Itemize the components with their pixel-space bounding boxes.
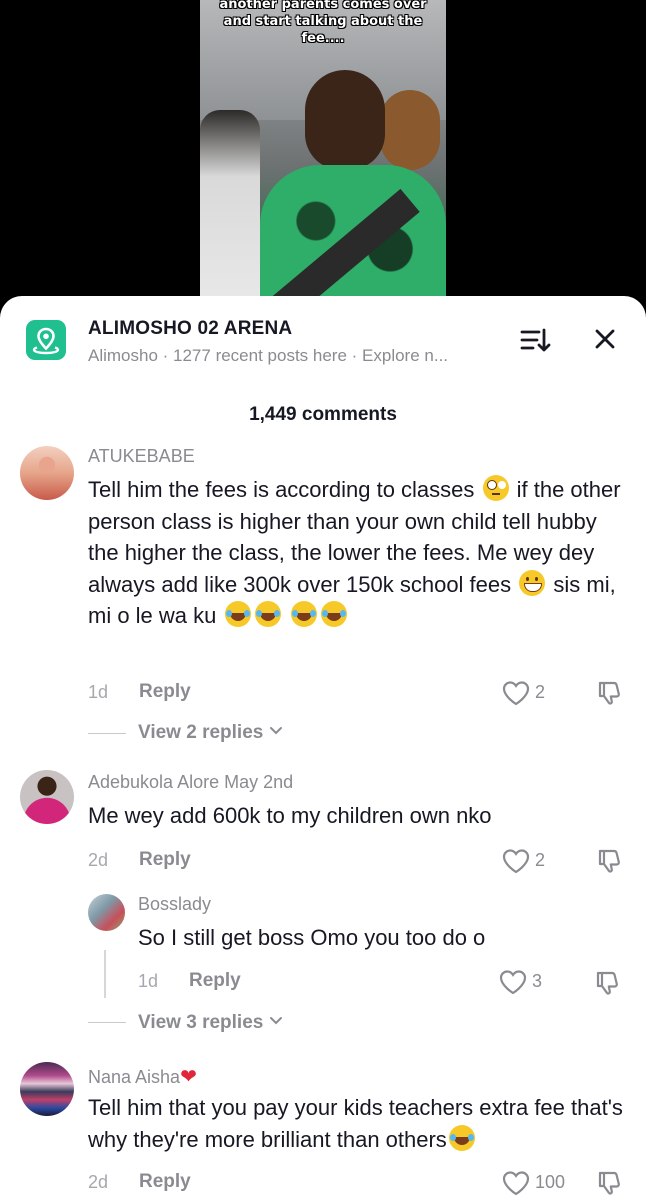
heart-icon[interactable] bbox=[501, 1170, 531, 1196]
red-heart-emoji-icon: ❤ bbox=[180, 1066, 197, 1088]
avatar[interactable] bbox=[20, 1062, 74, 1116]
comments-count: 1,449 comments bbox=[249, 404, 397, 425]
reply-button[interactable]: Reply bbox=[139, 1171, 191, 1193]
heart-icon[interactable] bbox=[501, 680, 531, 706]
comment-item: ATUKEBABE Tell him the fees is according… bbox=[0, 444, 646, 754]
laughing-emoji-icon bbox=[320, 601, 347, 627]
comment-time: 2d bbox=[88, 1172, 109, 1192]
chevron-down-icon bbox=[269, 1010, 283, 1032]
like-count: 3 bbox=[532, 971, 543, 991]
comment-username[interactable]: Adebukola Alore May 2nd bbox=[88, 772, 293, 793]
comment-text-part: Tell him that you pay your kids teachers… bbox=[88, 1095, 623, 1152]
comment-time: 1d bbox=[88, 682, 109, 702]
laughing-emoji-icon bbox=[224, 601, 251, 627]
video-frame: another parents comes over and start tal… bbox=[200, 0, 446, 300]
location-subtitle[interactable]: Alimosho · 1277 recent posts here · Expl… bbox=[88, 346, 448, 366]
laughing-emoji-icon bbox=[290, 601, 317, 627]
heart-icon[interactable] bbox=[501, 848, 531, 874]
caption-line: fee.... bbox=[301, 31, 345, 46]
avatar[interactable] bbox=[88, 894, 125, 931]
sort-icon[interactable] bbox=[518, 326, 552, 356]
location-header: ALIMOSHO 02 ARENA Alimosho · 1277 recent… bbox=[0, 296, 646, 386]
view-replies-button[interactable]: View 2 replies bbox=[138, 720, 283, 744]
thread-line bbox=[104, 950, 106, 998]
dislike-icon[interactable] bbox=[595, 845, 625, 875]
dislike-icon[interactable] bbox=[593, 967, 623, 997]
location-title[interactable]: ALIMOSHO 02 ARENA bbox=[88, 318, 292, 340]
caption-line: another parents comes over bbox=[219, 0, 427, 12]
comments-sheet: ALIMOSHO 02 ARENA Alimosho · 1277 recent… bbox=[0, 296, 646, 1199]
dislike-icon[interactable] bbox=[595, 677, 625, 707]
avatar[interactable] bbox=[20, 446, 74, 500]
avatar[interactable] bbox=[20, 770, 74, 824]
background-person bbox=[200, 110, 260, 300]
like-count: 100 bbox=[535, 1172, 566, 1192]
heart-icon[interactable] bbox=[498, 969, 528, 995]
video-subject bbox=[260, 70, 446, 300]
laughing-emoji-icon bbox=[254, 601, 281, 627]
view-replies-button[interactable]: View 3 replies bbox=[138, 1010, 283, 1034]
hair bbox=[380, 90, 440, 170]
close-icon[interactable] bbox=[590, 324, 620, 354]
dislike-icon[interactable] bbox=[595, 1167, 625, 1197]
head bbox=[305, 70, 385, 170]
comment-item: Nana Aisha❤ Tell him that you pay your k… bbox=[0, 1062, 646, 1199]
location-pin-icon[interactable] bbox=[26, 320, 66, 360]
reply-button[interactable]: Reply bbox=[189, 970, 241, 992]
comment-text-part: Tell him the fees is according to classe… bbox=[88, 477, 481, 502]
divider bbox=[88, 733, 126, 734]
like-count: 2 bbox=[535, 850, 546, 870]
video-player[interactable]: another parents comes over and start tal… bbox=[0, 0, 646, 330]
reply-button[interactable]: Reply bbox=[139, 849, 191, 871]
video-caption: another parents comes over and start tal… bbox=[200, 0, 446, 47]
view-replies-label: View 3 replies bbox=[138, 1012, 264, 1033]
reply-text: So I still get boss Omo you too do o bbox=[138, 925, 486, 950]
divider bbox=[88, 1022, 126, 1023]
caption-line: and start talking about the bbox=[223, 14, 423, 29]
comment-username[interactable]: ATUKEBABE bbox=[88, 446, 195, 467]
comment-text: Tell him the fees is according to classe… bbox=[88, 474, 633, 632]
view-replies-label: View 2 replies bbox=[138, 722, 264, 743]
comment-text: Me wey add 600k to my children own nko bbox=[88, 803, 492, 828]
eye-roll-emoji-icon bbox=[482, 475, 509, 501]
comment-username[interactable]: Nana Aisha❤ bbox=[88, 1064, 197, 1089]
laughing-emoji-icon bbox=[448, 1124, 475, 1151]
reply-time: 1d bbox=[138, 971, 159, 991]
grin-emoji-icon bbox=[519, 569, 546, 596]
like-count: 2 bbox=[535, 682, 546, 702]
comment-time: 2d bbox=[88, 850, 109, 870]
reply-username[interactable]: Bosslady bbox=[138, 894, 211, 915]
comment-text: Tell him that you pay your kids teachers… bbox=[88, 1092, 633, 1155]
chevron-down-icon bbox=[269, 720, 283, 742]
comment-item: Adebukola Alore May 2nd Me wey add 600k … bbox=[0, 770, 646, 1050]
username-label: Nana Aisha bbox=[88, 1067, 181, 1087]
reply-button[interactable]: Reply bbox=[139, 681, 191, 703]
